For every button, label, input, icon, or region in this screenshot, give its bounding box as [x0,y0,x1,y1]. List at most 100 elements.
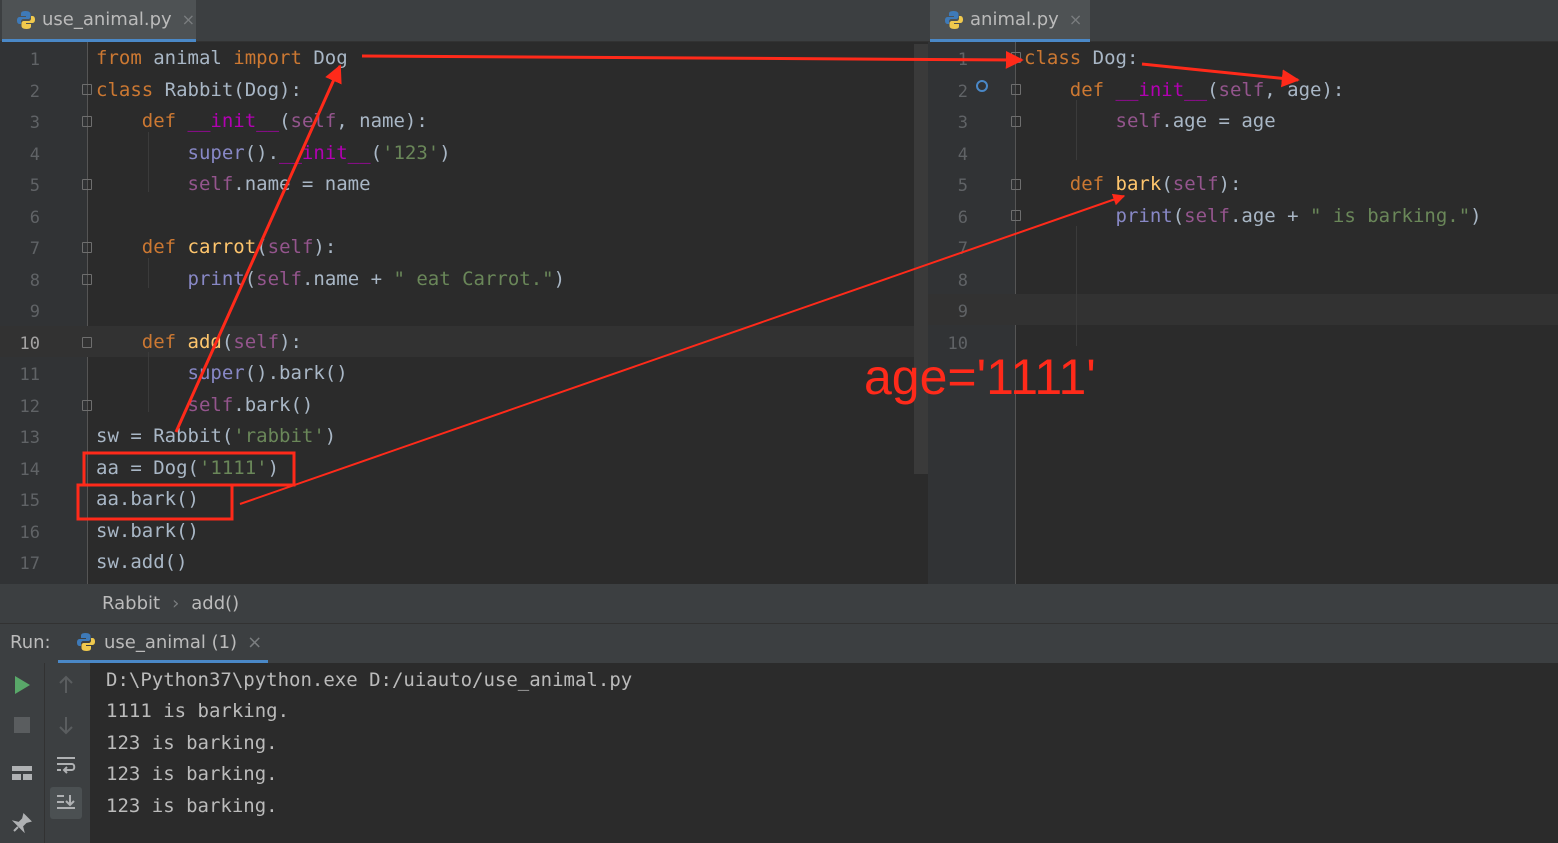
run-side-toolbar [0,663,90,843]
line-number: 17 [19,554,40,574]
code-line-17: sw.add() [96,551,188,573]
line-number: 2 [957,81,968,102]
code-line-16: sw.bark() [96,520,199,542]
breadcrumb-item-method[interactable]: add() [191,593,239,614]
code-line-10: def add(self): [141,331,302,353]
line-number: 5 [29,176,40,196]
code-line-7: def carrot(self): [141,236,337,258]
code-line-1: class Dog: [1024,47,1139,69]
run-label: Run: [10,632,51,653]
console-line: 123 is barking. [106,795,278,817]
indent-guide [1076,226,1077,346]
line-number: 6 [957,207,968,228]
line-number: 7 [957,239,968,259]
code-line-5: self.name = name [187,173,371,195]
run-toolbar: Run: use_animal (1) × [0,624,1558,663]
line-number: 3 [957,113,968,133]
scroll-down-icon[interactable] [52,711,80,739]
line-number: 10 [19,333,40,354]
line-number: 11 [19,365,40,385]
line-number: 8 [29,270,40,291]
line-number: 1 [957,50,968,70]
line-number: 9 [957,302,968,322]
soft-wrap-icon[interactable] [52,751,80,779]
line-number: 15 [19,491,40,511]
annotation-text: age='1111' [864,349,1096,405]
python-file-icon [17,10,35,29]
line-number: 16 [19,522,40,543]
console-line: 1111 is barking. [106,700,290,722]
code-line-1: from animal import Dog [96,47,348,69]
line-number: 6 [29,207,40,228]
code-line-13: sw = Rabbit('rabbit') [96,425,337,447]
fold-marker[interactable] [1011,84,1021,95]
line-number: 4 [29,144,40,165]
fold-marker[interactable] [82,84,92,95]
line-number: 4 [957,144,968,165]
fold-marker[interactable] [82,116,92,127]
line-number: 13 [19,428,40,448]
scroll-to-end-icon[interactable] [50,787,82,819]
scroll-up-icon[interactable] [52,671,80,699]
breadcrumb-item-class[interactable]: Rabbit [102,593,160,614]
fold-marker[interactable] [82,400,92,411]
code-line-12: self.bark() [187,394,314,416]
breadcrumb: Rabbit › add() [0,584,1558,624]
close-run-tab-icon[interactable]: × [247,632,262,653]
line-number: 7 [29,239,40,259]
right-tab-bar: animal.py × [928,0,1558,42]
code-line-14: aa = Dog('1111') [96,457,280,479]
line-number: 2 [29,81,40,102]
stop-icon[interactable] [8,711,36,739]
fold-marker[interactable] [1011,52,1021,63]
tab-use-animal[interactable]: use_animal.py × [2,0,196,42]
fold-marker[interactable] [1011,210,1021,221]
fold-marker[interactable] [82,242,92,253]
line-number: 1 [29,50,40,70]
tab-label: animal.py [970,9,1059,30]
line-number: 8 [957,270,968,291]
layout-icon[interactable] [8,759,36,787]
override-gutter-icon[interactable] [976,80,988,92]
code-line-2: def __init__(self, age): [1069,79,1345,101]
tab-animal[interactable]: animal.py × [930,0,1090,42]
pin-icon[interactable] [8,809,36,837]
line-number: 12 [19,396,40,417]
current-line-highlight [928,294,1558,325]
line-number: 5 [957,176,968,196]
code-line-3: self.age = age [1115,110,1276,132]
fold-marker[interactable] [82,274,92,285]
console-output[interactable]: D:\Python37\python.exe D:/uiauto/use_ani… [90,663,1558,843]
run-tab-label: use_animal (1) [104,631,238,653]
code-line-3: def __init__(self, name): [141,110,428,132]
run-tab[interactable]: use_animal (1) × [58,624,268,663]
code-line-8: print(self.name + " eat Carrot.") [187,268,566,290]
line-number: 3 [29,113,40,133]
vertical-scrollbar[interactable] [914,44,928,474]
code-line-2: class Rabbit(Dog): [96,79,302,101]
toolbar-divider [44,663,45,843]
python-file-icon [945,10,963,29]
console-line: 123 is barking. [106,732,278,754]
code-line-6: print(self.age + " is barking.") [1115,205,1482,227]
python-run-icon [77,633,95,651]
tab-label: use_animal.py [42,9,172,30]
left-tab-bar: use_animal.py × [0,0,928,42]
fold-marker[interactable] [1011,179,1021,190]
code-line-4: super().__init__('123') [187,142,451,164]
fold-marker[interactable] [1011,116,1021,127]
close-tab-icon[interactable]: × [1069,10,1082,29]
right-editor[interactable]: 1 2 3 4 5 6 7 8 9 10 class Dog: def __init__(self… [928,42,1558,584]
left-editor[interactable]: 1 2 3 4 5 6 7 8 9 10 11 12 13 14 15 16 17 from animal im… [0,42,928,584]
fold-marker[interactable] [82,179,92,190]
code-line-11: super().bark() [187,362,348,384]
code-line-15: aa.bark() [96,488,199,510]
code-line-5: def bark(self): [1069,173,1242,195]
line-number: 14 [19,459,40,480]
rerun-icon[interactable] [8,671,36,699]
fold-marker[interactable] [82,337,92,348]
console-line: 123 is barking. [106,763,278,785]
line-number: 9 [29,302,40,322]
close-tab-icon[interactable]: × [182,10,195,29]
breadcrumb-separator: › [172,593,180,614]
